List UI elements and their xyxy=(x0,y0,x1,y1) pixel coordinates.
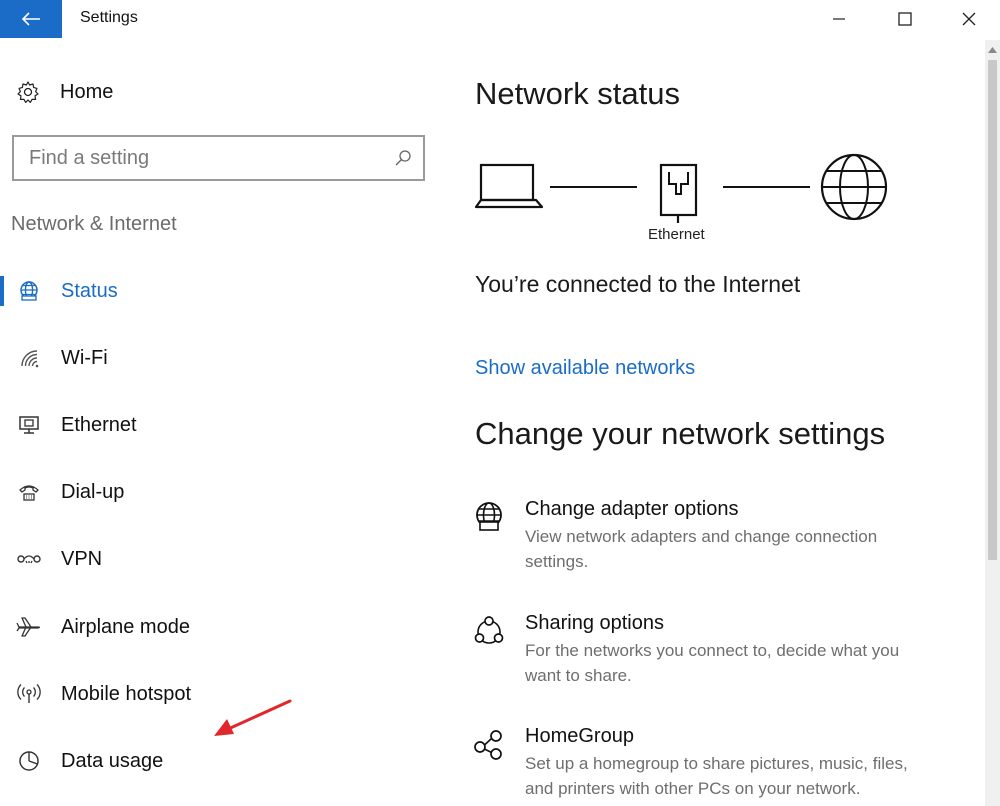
airplane-icon xyxy=(16,614,42,640)
option-title: Change adapter options xyxy=(525,498,739,520)
minimize-button[interactable] xyxy=(808,0,870,38)
option-title: Sharing options xyxy=(525,612,664,634)
hotspot-icon xyxy=(16,681,42,707)
data-usage-icon xyxy=(16,748,42,774)
sidebar-item-ethernet[interactable]: Ethernet xyxy=(0,400,440,450)
annotation-arrow-icon xyxy=(214,699,292,736)
show-available-networks-link[interactable]: Show available networks xyxy=(475,357,695,380)
sidebar-item-status[interactable]: Status xyxy=(0,266,440,316)
title-bar: Settings xyxy=(0,0,1000,40)
connection-type-label: Ethernet xyxy=(648,226,705,243)
sharing-icon xyxy=(472,614,506,648)
sidebar: Home Network & Internet Status xyxy=(0,40,440,806)
change-adapter-options[interactable]: Change adapter options View network adap… xyxy=(470,498,950,578)
option-title: HomeGroup xyxy=(525,725,634,747)
ethernet-port-icon xyxy=(659,163,698,223)
option-description: View network adapters and change connect… xyxy=(525,527,878,571)
option-description: For the networks you connect to, decide … xyxy=(525,641,900,685)
scrollbar-thumb[interactable] xyxy=(988,60,997,560)
close-button[interactable] xyxy=(938,0,1000,38)
sidebar-item-label: VPN xyxy=(61,547,103,570)
gear-icon xyxy=(17,81,39,103)
option-description: Set up a homegroup to share pictures, mu… xyxy=(525,754,908,798)
sidebar-item-dialup[interactable]: Dial-up xyxy=(0,467,440,517)
vpn-icon xyxy=(16,546,42,572)
change-settings-title: Change your network settings xyxy=(475,416,886,451)
dialup-icon xyxy=(16,479,42,505)
wifi-icon xyxy=(16,345,42,371)
sidebar-item-label: Status xyxy=(61,279,118,302)
laptop-icon xyxy=(474,163,544,209)
internet-globe-icon xyxy=(820,153,888,221)
sidebar-item-label: Data usage xyxy=(61,749,164,772)
sharing-options[interactable]: Sharing options For the networks you con… xyxy=(470,612,950,692)
home-label: Home xyxy=(60,80,114,103)
sidebar-item-label: Ethernet xyxy=(61,413,137,436)
connection-status-text: You’re connected to the Internet xyxy=(475,271,801,297)
maximize-icon xyxy=(898,12,912,26)
vertical-scrollbar[interactable] xyxy=(985,40,1000,806)
sidebar-item-label: Airplane mode xyxy=(61,615,190,638)
homegroup-option[interactable]: HomeGroup Set up a homegroup to share pi… xyxy=(470,725,950,805)
window-title: Settings xyxy=(80,9,138,26)
home-link[interactable]: Home xyxy=(16,78,113,106)
sidebar-item-vpn[interactable]: VPN xyxy=(0,534,440,584)
homegroup-icon xyxy=(472,727,506,761)
main-content: Network status Ethernet You’re connected… xyxy=(440,40,985,806)
ethernet-icon xyxy=(16,412,42,438)
sidebar-item-wifi[interactable]: Wi-Fi xyxy=(0,333,440,383)
scroll-up-button[interactable] xyxy=(985,42,1000,57)
adapter-globe-icon xyxy=(472,500,506,534)
sidebar-item-label: Wi-Fi xyxy=(61,346,108,369)
back-arrow-icon xyxy=(21,12,40,26)
maximize-button[interactable] xyxy=(874,0,936,38)
chevron-up-icon xyxy=(988,46,997,53)
search-box[interactable] xyxy=(12,135,425,181)
sidebar-item-label: Dial-up xyxy=(61,480,125,503)
back-button[interactable] xyxy=(0,0,62,38)
sidebar-item-label: Mobile hotspot xyxy=(61,682,192,705)
section-title: Network & Internet xyxy=(11,213,177,235)
search-icon[interactable] xyxy=(383,137,423,179)
close-icon xyxy=(962,12,976,26)
sidebar-item-airplane-mode[interactable]: Airplane mode xyxy=(0,602,440,652)
status-globe-icon xyxy=(16,278,42,304)
search-input[interactable] xyxy=(14,137,383,179)
minimize-icon xyxy=(833,18,845,20)
network-status-title: Network status xyxy=(475,76,681,111)
